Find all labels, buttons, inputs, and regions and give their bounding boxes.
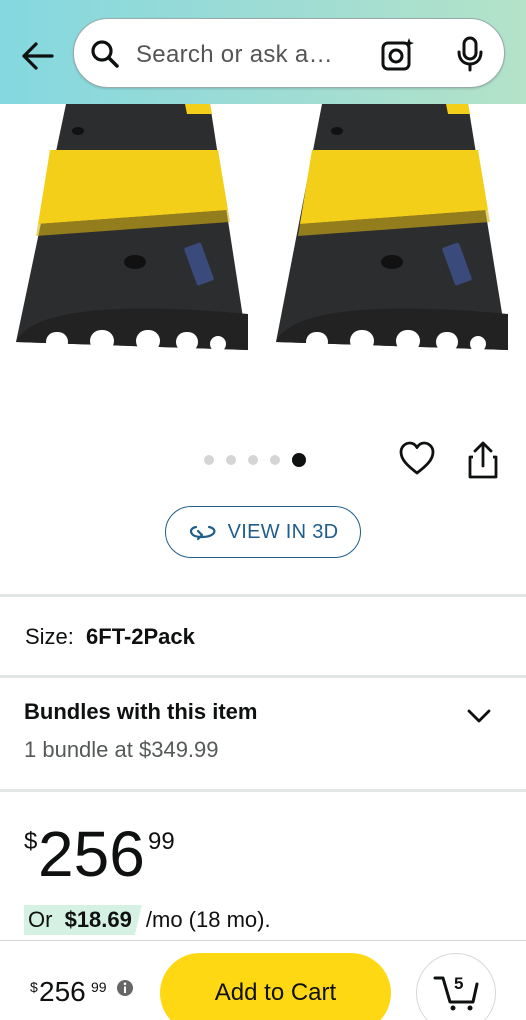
share-icon — [468, 441, 498, 479]
header-bar: Search or ask a… — [0, 0, 526, 104]
back-arrow-icon — [22, 42, 54, 70]
monthly-or: Or — [28, 907, 53, 932]
back-button[interactable] — [18, 36, 58, 76]
carousel-dot-active[interactable] — [292, 453, 306, 467]
bottom-price-whole: 256 — [39, 976, 86, 1007]
size-value: 6FT-2Pack — [86, 624, 195, 649]
chevron-down-icon[interactable] — [466, 706, 492, 726]
speed-bump-illustration — [16, 104, 508, 352]
divider — [0, 789, 526, 792]
bundles-subtitle: 1 bundle at $349.99 — [24, 737, 219, 762]
wishlist-button[interactable] — [398, 440, 436, 478]
monthly-term: /mo (18 mo). — [145, 907, 271, 932]
bundles-title: Bundles with this item — [24, 699, 258, 724]
rotate-3d-icon — [189, 525, 216, 541]
price-currency: $ — [24, 828, 38, 855]
divider — [0, 594, 526, 597]
size-selector[interactable]: Size: 6FT-2Pack — [25, 624, 195, 650]
bottom-action-bar: $ 256 99 Add to Cart 5 — [0, 940, 526, 1020]
monthly-badge: Or $18.69 — [24, 905, 142, 935]
share-button[interactable] — [466, 440, 500, 480]
heart-icon — [399, 441, 435, 475]
add-to-cart-label: Add to Cart — [214, 979, 337, 1006]
price-fraction: 99 — [148, 828, 175, 855]
search-icon — [91, 40, 119, 68]
product-image[interactable] — [0, 104, 526, 404]
divider — [0, 675, 526, 678]
info-icon[interactable] — [116, 979, 134, 997]
camera-lens-icon[interactable] — [380, 36, 416, 72]
view-in-3d-label: VIEW IN 3D — [227, 520, 339, 543]
monthly-payment[interactable]: Or $18.69 /mo (18 mo). — [24, 903, 271, 937]
cart-button[interactable]: 5 — [416, 953, 496, 1020]
cart-count-badge: 5 — [454, 974, 464, 993]
view-in-3d-button[interactable]: VIEW IN 3D — [165, 506, 361, 558]
bottom-price-fraction: 99 — [91, 979, 107, 995]
monthly-amount: $18.69 — [64, 907, 132, 932]
price-whole: 256 — [38, 818, 145, 890]
carousel-dots[interactable] — [204, 452, 306, 468]
carousel-dot[interactable] — [248, 455, 258, 465]
search-input[interactable]: Search or ask a… — [136, 41, 333, 69]
bottom-price-currency: $ — [30, 979, 38, 995]
add-to-cart-button[interactable]: Add to Cart — [160, 953, 391, 1020]
microphone-icon[interactable] — [456, 36, 484, 72]
search-bar[interactable]: Search or ask a… — [73, 18, 505, 88]
carousel-dot[interactable] — [204, 455, 214, 465]
carousel-dot[interactable] — [270, 455, 280, 465]
size-label: Size: — [25, 624, 74, 649]
carousel-dot[interactable] — [226, 455, 236, 465]
